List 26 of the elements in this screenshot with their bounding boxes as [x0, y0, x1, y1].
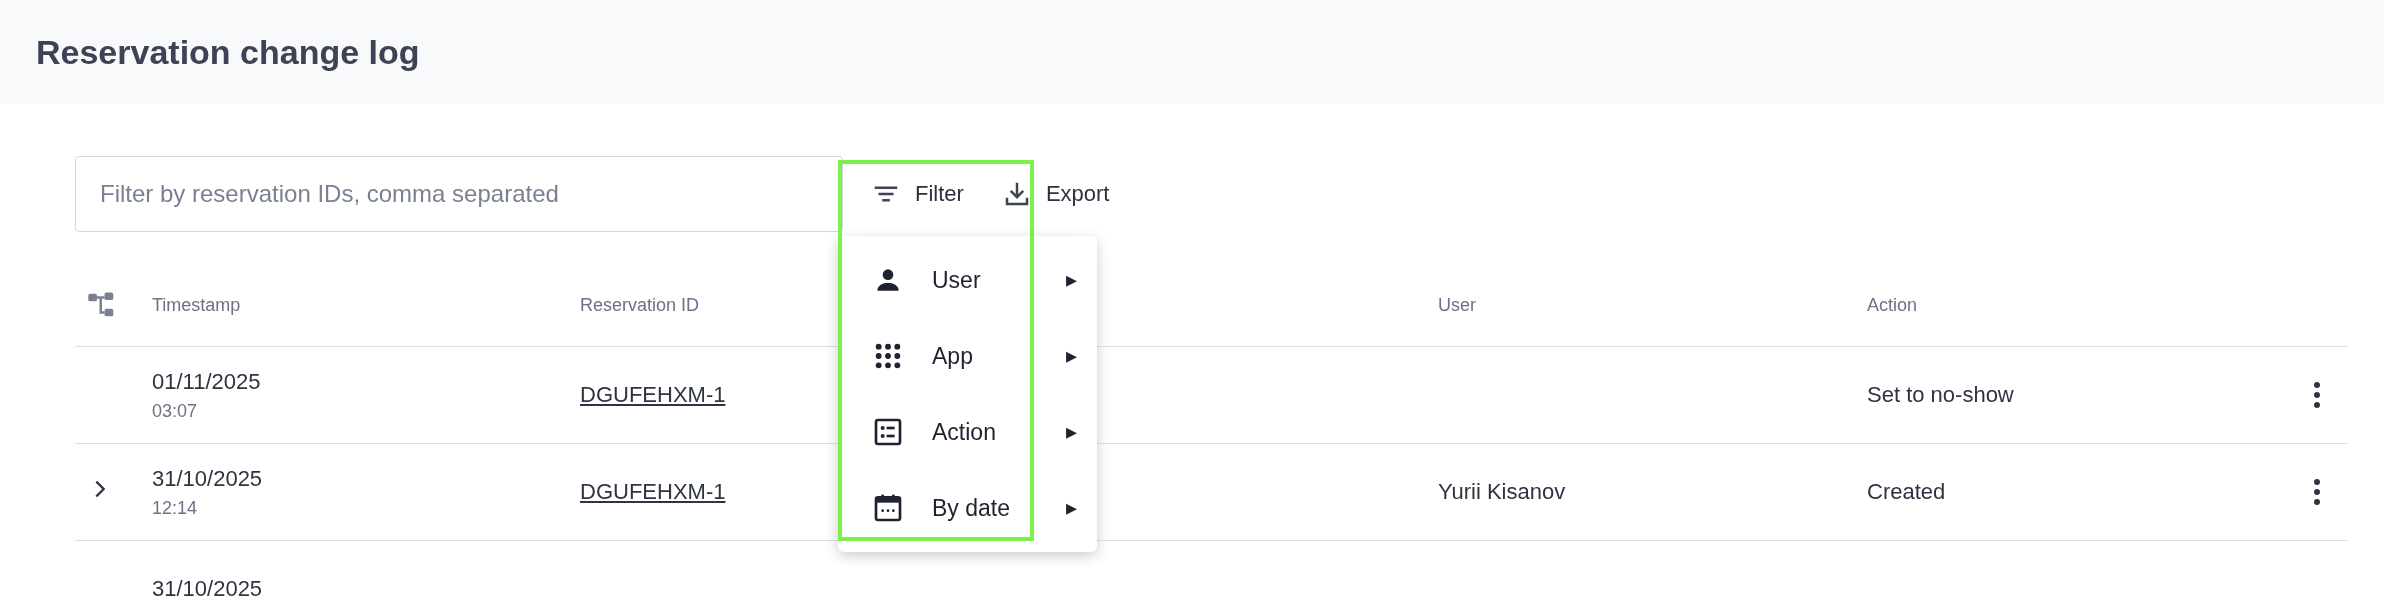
list-icon [872, 416, 904, 448]
more-icon[interactable] [2313, 478, 2321, 506]
date-text: 31/10/2025 [152, 576, 264, 600]
more-icon[interactable] [2313, 381, 2321, 409]
export-button[interactable]: Export [991, 171, 1120, 217]
column-header: Action [1867, 294, 1919, 316]
reservation-link[interactable]: DGUFEHXM-1 [580, 479, 726, 504]
time-text: 03:07 [152, 400, 199, 422]
filter-button[interactable]: Filter [861, 171, 974, 217]
date-text: 01/11/2025 [152, 368, 262, 395]
column-header: User [1438, 294, 1477, 316]
time-text: 12:14 [152, 497, 199, 519]
user-name: Yurii Kisanov [1438, 479, 1566, 504]
calendar-icon [872, 492, 904, 524]
menu-item[interactable]: App ▸ [838, 318, 1097, 394]
search-field[interactable]: Filter by reservation IDs, comma separated [75, 156, 843, 232]
menu-item[interactable]: User ▸ [838, 242, 1097, 318]
page-title: Reservation change log [36, 32, 420, 72]
menu-item[interactable]: Action ▸ [838, 394, 1097, 470]
menu-item[interactable]: By date ▸ [838, 470, 1097, 546]
date-text: 31/10/2025 [152, 465, 264, 492]
reservation-link[interactable]: DGUFEHXM-1 [580, 382, 726, 407]
column-header: Timestamp [152, 294, 242, 316]
action-text: Created [1867, 479, 1946, 504]
column-header: Reservation ID [580, 294, 701, 316]
action-text: Set to no-show [1867, 382, 2014, 407]
